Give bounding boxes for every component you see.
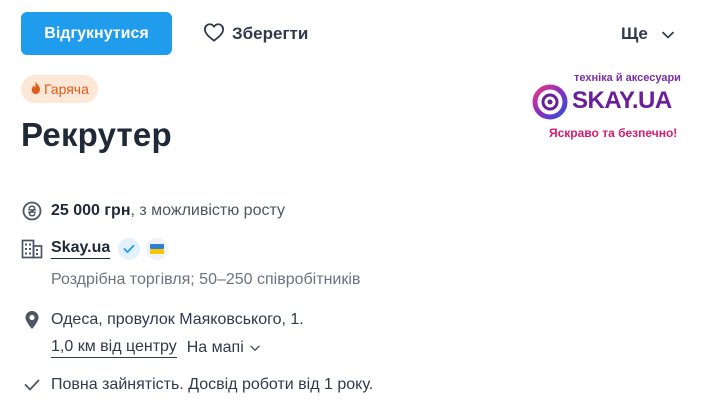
fire-icon (30, 81, 42, 98)
hot-badge: Гаряча (21, 75, 98, 103)
salary-amount: 25 000 грн (51, 202, 131, 219)
company-row: Skay.ua (21, 238, 169, 260)
ukraine-flag-icon[interactable] (146, 238, 169, 260)
logo-brand: SKAY.UA (572, 87, 672, 114)
save-button[interactable]: Зберегти (203, 20, 308, 48)
vacancy-title: Рекрутер (21, 116, 172, 153)
respond-button[interactable]: Відгукнутися (21, 12, 172, 55)
verified-check-icon[interactable] (118, 238, 141, 260)
respond-button-label: Відгукнутися (44, 24, 149, 42)
location-links-row: 1,0 км від центру На мапі (51, 338, 260, 358)
location-address: Одеса, провулок Маяковського, 1. (51, 311, 304, 328)
on-map-toggle[interactable]: На мапі (187, 339, 260, 357)
more-button-label: Ще (621, 24, 648, 43)
heart-icon (203, 22, 225, 47)
chevron-down-icon (250, 339, 260, 357)
company-link[interactable]: Skay.ua (51, 239, 111, 259)
hryvnia-icon (21, 200, 43, 222)
conditions-row: Повна зайнятість. Досвід роботи від 1 ро… (21, 374, 373, 396)
more-menu-button[interactable]: Ще (621, 20, 674, 48)
location-pin-icon (21, 309, 43, 331)
on-map-label: На мапі (186, 339, 244, 356)
check-icon (21, 374, 43, 396)
hot-badge-label: Гаряча (44, 81, 89, 97)
logo-ring-icon (532, 84, 568, 120)
conditions-text: Повна зайнятість. Досвід роботи від 1 ро… (51, 376, 374, 393)
company-logo[interactable]: техніка й аксесуари SKAY.UA Яскраво та б… (530, 70, 690, 142)
distance-link[interactable]: 1,0 км від центру (51, 338, 177, 358)
chevron-down-icon (661, 24, 674, 44)
company-info: Роздрібна торгівля; 50–250 співробітникі… (51, 271, 361, 288)
logo-slogan: Яскраво та безпечно! (549, 126, 678, 140)
vacancy-page: Відгукнутися Зберегти Ще Гаряча Рекрутер… (0, 0, 718, 408)
logo-tagline: техніка й аксесуари (574, 72, 681, 84)
building-icon (21, 238, 43, 260)
save-button-label: Зберегти (232, 24, 309, 43)
salary-row: 25 000 грн, з можливістю росту (21, 200, 285, 222)
location-row: Одеса, провулок Маяковського, 1. (21, 309, 304, 331)
salary-note: , з можливістю росту (130, 202, 285, 219)
